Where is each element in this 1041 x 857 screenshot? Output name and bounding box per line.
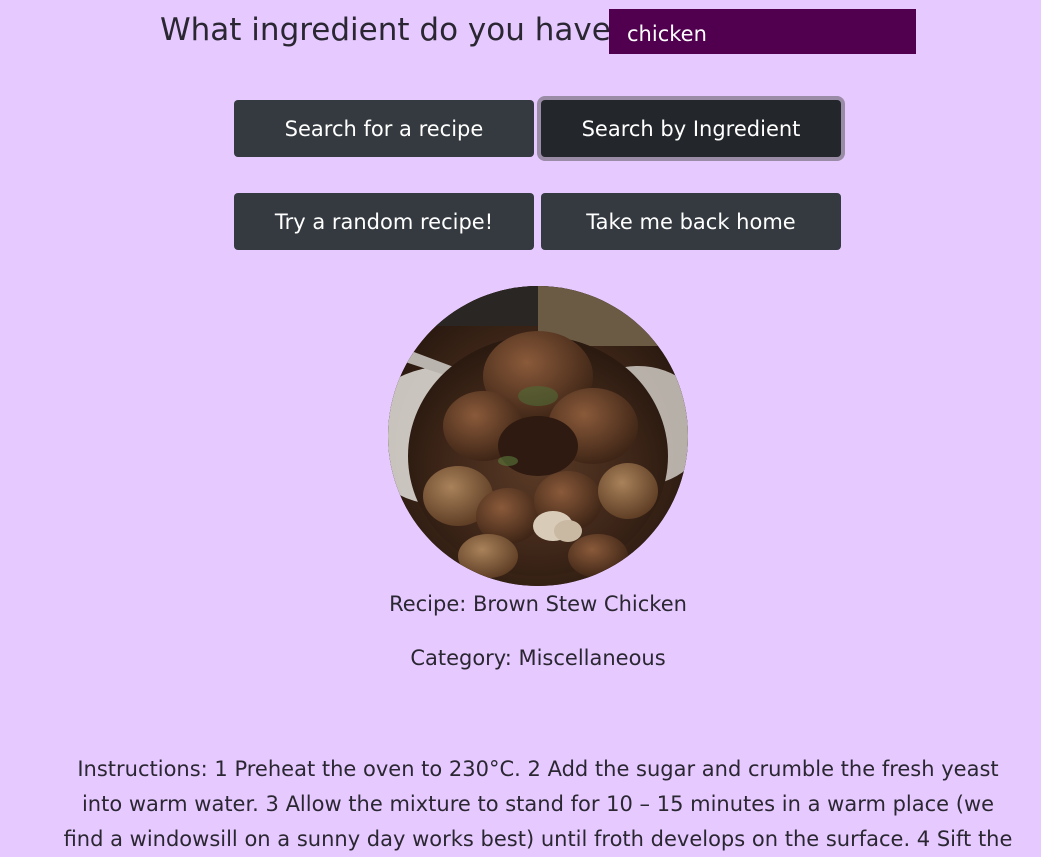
recipe-photo-graphic [388,286,688,586]
ingredient-prompt-label: What ingredient do you have? [160,12,628,48]
search-by-ingredient-button[interactable]: Search by Ingredient [541,100,841,157]
random-recipe-button[interactable]: Try a random recipe! [234,193,534,250]
recipe-instructions: Instructions: 1 Preheat the oven to 230°… [63,757,1013,851]
recipe-category: Category: Miscellaneous [410,646,666,670]
ingredient-search-input[interactable] [609,9,916,54]
ingredient-search-row: What ingredient do you have? [0,9,1041,54]
recipe-name: Recipe: Brown Stew Chicken [389,592,687,616]
search-recipe-button[interactable]: Search for a recipe [234,100,534,157]
recipe-image [388,286,688,586]
back-home-button[interactable]: Take me back home [541,193,841,250]
